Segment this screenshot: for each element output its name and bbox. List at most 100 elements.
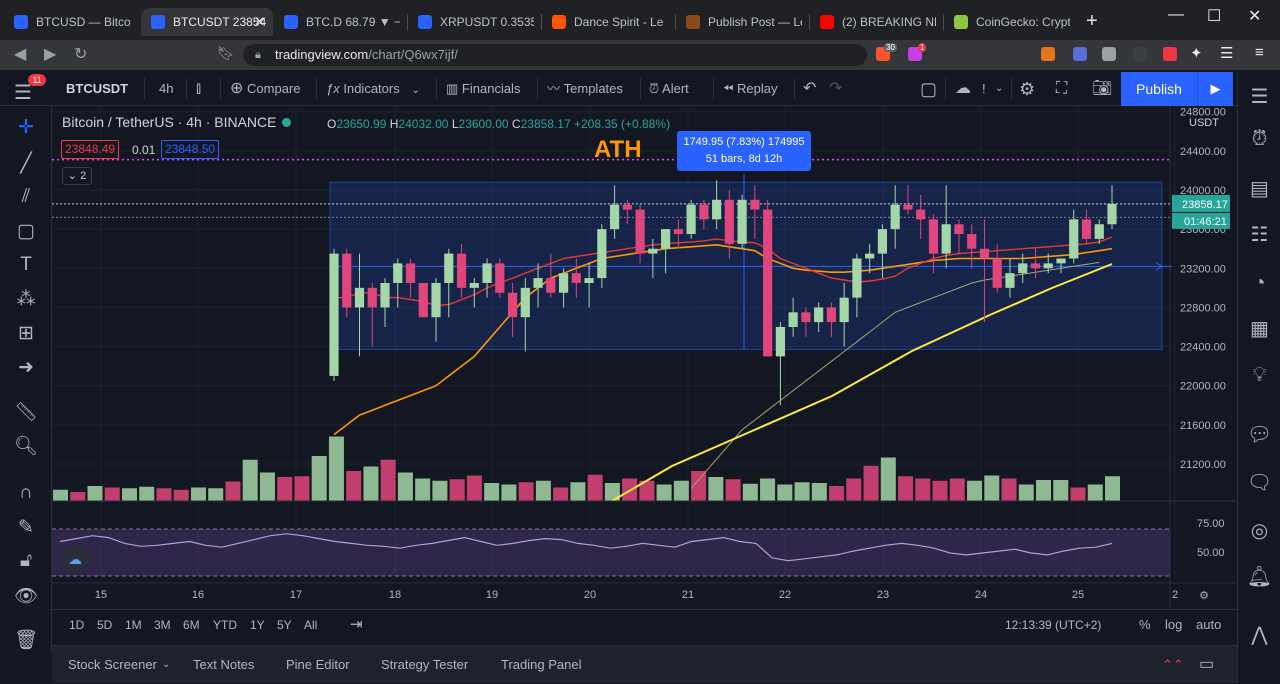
news-icon[interactable]: ▤ <box>1238 176 1280 201</box>
symbol-legend[interactable]: Bitcoin / TetherUS · 4h · BINANCE <box>62 114 292 130</box>
minimize-button[interactable]: — <box>1168 6 1184 24</box>
chevron-down-icon[interactable]: ⌄ <box>995 72 1003 106</box>
rectangle-icon[interactable]: ▢ <box>0 220 52 243</box>
tradingview-logo-icon[interactable]: ☁︎ <box>61 545 89 573</box>
arrow-circle-icon[interactable]: ➜ <box>0 356 52 379</box>
interval-button[interactable]: 4h <box>159 72 173 106</box>
financials-button[interactable]: ▥ Financials <box>446 72 520 106</box>
eye-icon[interactable]: 👁︎ <box>0 584 52 608</box>
close-window-button[interactable]: ✕ <box>1248 6 1261 26</box>
range-5y[interactable]: 5Y <box>277 610 292 640</box>
bell-icon[interactable]: 🔔︎ <box>1238 564 1280 589</box>
templates-button[interactable]: 〰 Templates <box>547 72 623 106</box>
metamask-icon[interactable] <box>1041 47 1055 61</box>
range-ytd[interactable]: YTD <box>213 610 237 640</box>
cloud-icon[interactable]: ☁︎ <box>955 72 971 106</box>
camera-icon[interactable]: 📷︎ <box>1092 72 1112 106</box>
buy-button[interactable]: 23848.50 <box>161 140 220 159</box>
prediction-icon[interactable]: ⊞ <box>0 322 52 345</box>
symbol-search[interactable]: BTCUSDT <box>66 72 128 106</box>
puzzle-icon[interactable]: ✦ <box>1190 44 1203 62</box>
browser-tab[interactable]: Dance Spirit - Le <box>542 8 674 36</box>
undo-icon[interactable]: ↶ <box>803 72 816 106</box>
browser-tab[interactable]: Publish Post — Leof <box>676 8 808 36</box>
extension-icon[interactable] <box>1163 47 1177 61</box>
streams-icon[interactable]: ◎ <box>1238 518 1280 543</box>
settings-gear-icon[interactable]: ⚙ <box>1019 72 1035 106</box>
range-5d[interactable]: 5D <box>97 610 112 640</box>
alarm-clock-icon[interactable]: ⏰︎ <box>1238 128 1280 151</box>
bottom-tab[interactable]: Text Notes <box>193 646 254 684</box>
forward-icon[interactable]: ▶ <box>44 44 56 64</box>
bookmark-icon[interactable]: 🔖︎ <box>217 45 235 62</box>
collapse-panel-icon[interactable]: ⌃⌃ <box>1162 646 1184 684</box>
compare-button[interactable]: ⊕ Compare <box>230 72 301 106</box>
candles-icon[interactable]: ⫾ <box>196 72 201 106</box>
browser-tab[interactable]: BTCUSDT 23854 ✕ <box>141 8 273 36</box>
maximize-button[interactable]: ☐ <box>1207 6 1221 26</box>
browser-tab[interactable]: XRPUSDT 0.35358 ▲ <box>408 8 540 36</box>
zoom-in-icon[interactable]: 🔍︎ <box>0 434 52 458</box>
range-1d[interactable]: 1D <box>69 610 84 640</box>
range-1y[interactable]: 1Y <box>250 610 265 640</box>
trendline-icon[interactable]: ╱ <box>0 152 52 175</box>
indicators-button[interactable]: ƒx Indicators ⌄ <box>326 72 420 106</box>
reading-list-icon[interactable]: ☰ <box>1220 44 1233 62</box>
chart-canvas[interactable]: 24800.00 24400.00 24000.00 23600.00 23200.00… <box>52 106 1237 609</box>
watchlist-icon[interactable]: ☰ <box>1238 84 1280 109</box>
fib-icon[interactable]: ⫽ <box>0 186 52 208</box>
calendar-icon[interactable]: ▦ <box>1238 316 1280 341</box>
browser-tab[interactable]: BTCUSD — Bitcoin C <box>4 8 136 36</box>
chevron-down-icon[interactable]: ⌄ <box>162 646 170 684</box>
collapse-chevron-icon[interactable]: ⋀ <box>1238 622 1280 647</box>
extension-icon[interactable] <box>1073 47 1087 61</box>
list-icon[interactable]: ☷ <box>1238 222 1280 247</box>
bottom-tab[interactable]: Strategy Tester <box>381 646 468 684</box>
log-toggle[interactable]: log <box>1165 610 1182 640</box>
text-icon[interactable]: T <box>0 254 52 276</box>
magnet-icon[interactable]: ∩ <box>0 482 52 504</box>
chat-icon[interactable]: 💬︎ <box>1238 422 1280 447</box>
url-field[interactable]: 🔒︎ tradingview.com/chart/Q6wx7ijf/ <box>243 44 867 66</box>
new-tab-button[interactable]: + <box>1086 10 1098 33</box>
chart-pie-icon[interactable]: ◔ <box>1238 272 1280 295</box>
publish-button[interactable]: Publish <box>1121 72 1197 106</box>
sell-button[interactable]: 23848.49 <box>61 140 120 159</box>
range-6m[interactable]: 6M <box>183 610 200 640</box>
back-icon[interactable]: ◀ <box>14 44 26 64</box>
browser-tab[interactable]: BTC.D 68.79 ▼ −0.3 <box>274 8 406 36</box>
lock-drawing-icon[interactable]: ✎ <box>0 516 52 539</box>
range-3m[interactable]: 3M <box>154 610 171 640</box>
crosshair-icon[interactable]: ✛ <box>0 116 52 139</box>
maximize-panel-icon[interactable]: ▭ <box>1199 646 1214 684</box>
bottom-tab[interactable]: Pine Editor <box>286 646 350 684</box>
message-icon[interactable]: 🗨︎ <box>1238 470 1280 495</box>
close-tab-icon[interactable]: ✕ <box>254 14 265 30</box>
ideas-bulb-icon[interactable]: 💡︎ <box>1238 364 1280 387</box>
bottom-tab[interactable]: Stock Screener <box>68 646 157 684</box>
clock[interactable]: 12:13:39 (UTC+2) <box>1005 610 1101 640</box>
lock-icon[interactable]: 🔓︎ <box>0 550 52 572</box>
range-all[interactable]: All <box>304 610 317 640</box>
trash-icon[interactable]: 🗑︎ <box>0 628 52 652</box>
percent-toggle[interactable]: % <box>1139 610 1151 640</box>
indicators-collapse-button[interactable]: ⌄ 2 <box>62 167 92 185</box>
alert-button[interactable]: ⏰︎ Alert <box>649 72 689 106</box>
date-range-icon[interactable]: ⇥ <box>350 610 363 640</box>
replay-button[interactable]: ⏪︎ Replay <box>723 72 778 106</box>
play-icon[interactable]: ▶ <box>1197 72 1233 106</box>
extension-icon[interactable] <box>1102 47 1116 61</box>
browser-tab[interactable]: (2) BREAKING NEWS <box>810 8 942 36</box>
extension-icon[interactable] <box>1133 47 1147 61</box>
redo-icon[interactable]: ↷ <box>829 72 842 106</box>
menu-icon[interactable]: ≡ <box>1255 44 1264 61</box>
range-1m[interactable]: 1M <box>125 610 142 640</box>
bottom-tab[interactable]: Trading Panel <box>501 646 581 684</box>
browser-tab[interactable]: CoinGecko: Cryptoc <box>944 8 1076 36</box>
layout-icon[interactable]: ▢ <box>920 72 937 106</box>
pattern-icon[interactable]: ⁂ <box>0 288 52 311</box>
reload-icon[interactable]: ↻ <box>74 44 87 64</box>
fullscreen-icon[interactable]: ⛶ <box>1056 72 1067 106</box>
auto-toggle[interactable]: auto <box>1196 610 1221 640</box>
ruler-icon[interactable]: 📏︎ <box>0 400 52 424</box>
